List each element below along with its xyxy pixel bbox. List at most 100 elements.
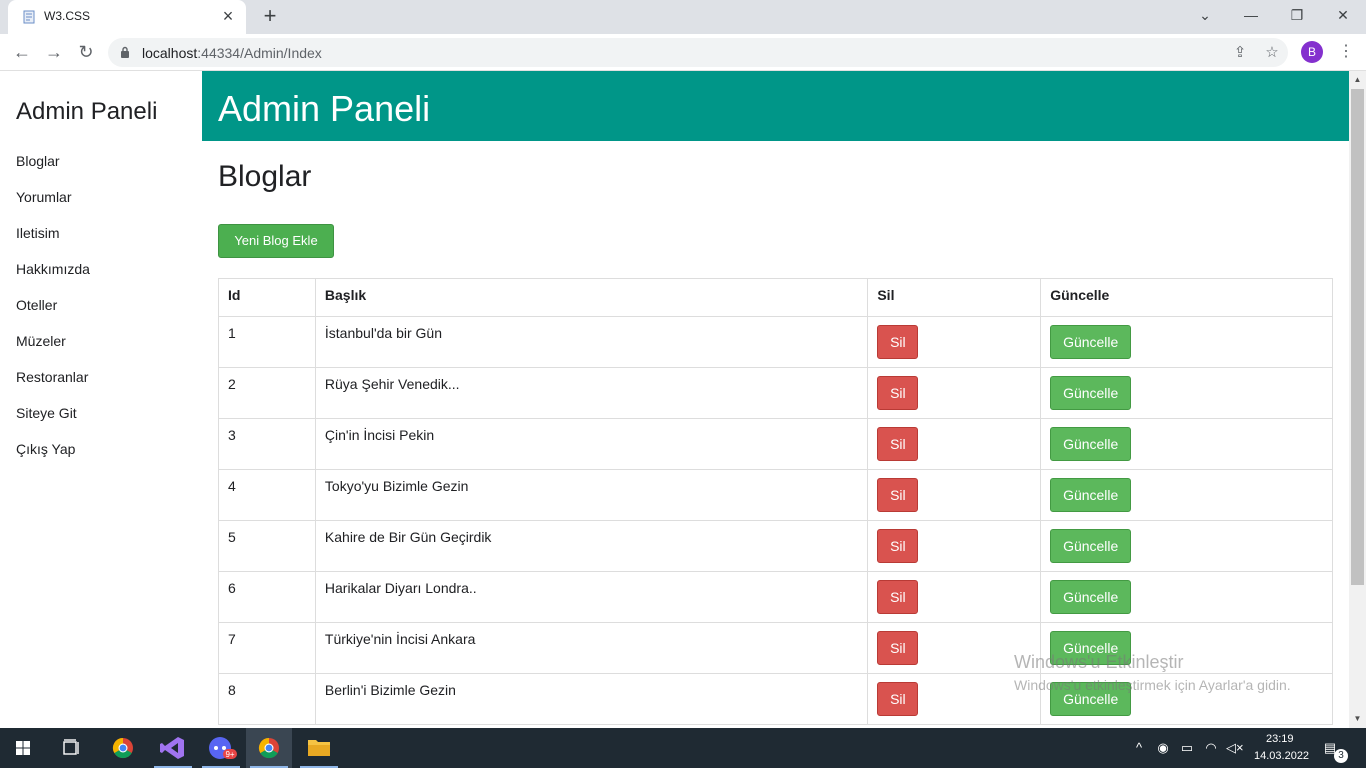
- lock-icon: [121, 46, 129, 58]
- forward-icon[interactable]: →: [42, 40, 66, 64]
- row-title: Kahire de Bir Gün Geçirdik: [314, 520, 869, 572]
- column-header-title: Başlık: [314, 278, 869, 317]
- column-header-id: Id: [218, 278, 316, 317]
- update-button[interactable]: Güncelle: [1050, 529, 1132, 563]
- update-cell: Güncelle: [1040, 469, 1333, 521]
- address-bar[interactable]: localhost:44334/Admin/Index ⇪ ☆: [108, 38, 1288, 67]
- column-header-delete: Sil: [867, 278, 1042, 317]
- table-row: 1 İstanbul'da bir Gün Sil Güncelle: [218, 316, 1333, 368]
- update-cell: Güncelle: [1040, 520, 1333, 572]
- add-blog-button[interactable]: Yeni Blog Ekle: [218, 224, 334, 258]
- chrome-active-taskbar-icon[interactable]: [246, 728, 292, 768]
- reload-icon[interactable]: ↻: [74, 40, 98, 64]
- sidebar-item-yorumlar[interactable]: Yorumlar: [16, 189, 72, 205]
- delete-cell: Sil: [867, 418, 1042, 470]
- update-button[interactable]: Güncelle: [1050, 376, 1132, 410]
- page-title: Bloglar: [218, 160, 312, 193]
- delete-button[interactable]: Sil: [877, 580, 919, 614]
- delete-button[interactable]: Sil: [877, 529, 919, 563]
- sidebar-title: Admin Paneli: [16, 98, 158, 125]
- tray-app-icon[interactable]: ◉: [1155, 740, 1171, 756]
- tab-close-icon[interactable]: ×: [218, 6, 238, 26]
- browser-menu-icon[interactable]: ⋮: [1334, 40, 1358, 64]
- update-button[interactable]: Güncelle: [1050, 580, 1132, 614]
- discord-badge: 9+: [225, 750, 234, 759]
- clock-date[interactable]: 14.03.2022: [1254, 750, 1309, 762]
- bookmark-star-icon[interactable]: ☆: [1262, 43, 1282, 63]
- delete-button[interactable]: Sil: [877, 631, 919, 665]
- sidebar-item-hakkimizda[interactable]: Hakkımızda: [16, 261, 90, 277]
- row-title: Rüya Şehir Venedik...: [314, 367, 869, 419]
- profile-avatar[interactable]: B: [1301, 41, 1323, 63]
- close-window-icon[interactable]: ✕: [1320, 0, 1366, 30]
- file-explorer-icon[interactable]: [296, 728, 342, 768]
- notification-count-badge: 3: [1334, 749, 1348, 763]
- windows-start-icon[interactable]: [0, 728, 46, 768]
- update-button[interactable]: Güncelle: [1050, 478, 1132, 512]
- battery-icon[interactable]: ▭: [1179, 740, 1195, 756]
- row-title: Berlin'i Bizimle Gezin: [314, 673, 869, 725]
- scroll-up-icon[interactable]: ▲: [1349, 73, 1366, 87]
- table-header-row: Id Başlık Sil Güncelle: [218, 278, 1333, 317]
- tab-search-icon[interactable]: ⌄: [1182, 0, 1228, 30]
- sidebar-item-bloglar[interactable]: Bloglar: [16, 153, 60, 169]
- table-row: 5 Kahire de Bir Gün Geçirdik Sil Güncell…: [218, 520, 1333, 572]
- update-button[interactable]: Güncelle: [1050, 427, 1132, 461]
- browser-toolbar: ← → ↻ localhost:44334/Admin/Index ⇪ ☆ B …: [0, 34, 1366, 71]
- back-icon[interactable]: ←: [10, 40, 34, 64]
- delete-cell: Sil: [867, 520, 1042, 572]
- column-header-update: Güncelle: [1040, 278, 1333, 317]
- update-cell: Güncelle: [1040, 316, 1333, 368]
- page-header: Admin Paneli: [202, 71, 1350, 141]
- delete-button[interactable]: Sil: [877, 376, 919, 410]
- scroll-down-icon[interactable]: ▼: [1349, 712, 1366, 726]
- volume-muted-icon[interactable]: ◁×: [1226, 740, 1244, 756]
- delete-button[interactable]: Sil: [877, 682, 919, 716]
- delete-cell: Sil: [867, 316, 1042, 368]
- minimize-icon[interactable]: —: [1228, 0, 1274, 30]
- share-icon[interactable]: ⇪: [1230, 43, 1250, 63]
- windows-taskbar: 9+ ^ ◉ ▭ ◠ ◁× 23:19 14.03.2022 ▤ 3: [0, 728, 1366, 768]
- sidebar-item-siteye-git[interactable]: Siteye Git: [16, 405, 77, 421]
- row-id: 1: [218, 316, 316, 368]
- sidebar-item-muzeler[interactable]: Müzeler: [16, 333, 66, 349]
- delete-cell: Sil: [867, 367, 1042, 419]
- row-id: 3: [218, 418, 316, 470]
- sidebar-item-iletisim[interactable]: Iletisim: [16, 225, 60, 241]
- tray-chevron-icon[interactable]: ^: [1131, 740, 1147, 756]
- discord-icon[interactable]: 9+: [198, 728, 244, 768]
- header-title: Admin Paneli: [218, 88, 431, 129]
- sidebar-item-restoranlar[interactable]: Restoranlar: [16, 369, 88, 385]
- chrome-taskbar-icon[interactable]: [100, 728, 146, 768]
- activation-watermark-title: Windows'u Etkinleştir: [1014, 652, 1184, 672]
- sidebar-item-oteller[interactable]: Oteller: [16, 297, 57, 313]
- delete-button[interactable]: Sil: [877, 325, 919, 359]
- clock-time[interactable]: 23:19: [1266, 733, 1294, 745]
- page-scrollbar[interactable]: ▲ ▼: [1349, 71, 1366, 728]
- row-id: 7: [218, 622, 316, 674]
- delete-button[interactable]: Sil: [877, 478, 919, 512]
- delete-button[interactable]: Sil: [877, 427, 919, 461]
- update-cell: Güncelle: [1040, 418, 1333, 470]
- wifi-icon[interactable]: ◠: [1203, 740, 1219, 756]
- table-row: 3 Çin'in İncisi Pekin Sil Güncelle: [218, 418, 1333, 470]
- visual-studio-icon[interactable]: [150, 728, 196, 768]
- update-button[interactable]: Güncelle: [1050, 325, 1132, 359]
- activation-watermark-text: Windows'u etkinleştirmek için Ayarlar'a …: [1014, 677, 1291, 693]
- row-title: Türkiye'nin İncisi Ankara: [314, 622, 869, 674]
- row-id: 2: [218, 367, 316, 419]
- row-title: İstanbul'da bir Gün: [314, 316, 869, 368]
- row-title: Harikalar Diyarı Londra..: [314, 571, 869, 623]
- url-host: localhost: [142, 45, 198, 61]
- sidebar-item-cikis-yap[interactable]: Çıkış Yap: [16, 441, 75, 457]
- scrollbar-thumb[interactable]: [1351, 89, 1364, 585]
- table-row: 6 Harikalar Diyarı Londra.. Sil Güncelle: [218, 571, 1333, 623]
- delete-cell: Sil: [867, 469, 1042, 521]
- restore-icon[interactable]: ❐: [1274, 0, 1320, 30]
- browser-tabstrip: W3.CSS × + ⌄ — ❐ ✕: [0, 0, 1366, 34]
- browser-tab[interactable]: W3.CSS ×: [8, 0, 246, 34]
- sidebar: Admin Paneli Bloglar Yorumlar Iletisim H…: [0, 71, 202, 728]
- task-view-icon[interactable]: [48, 728, 94, 768]
- new-tab-icon[interactable]: +: [258, 4, 282, 28]
- page-favicon-icon: [23, 10, 35, 24]
